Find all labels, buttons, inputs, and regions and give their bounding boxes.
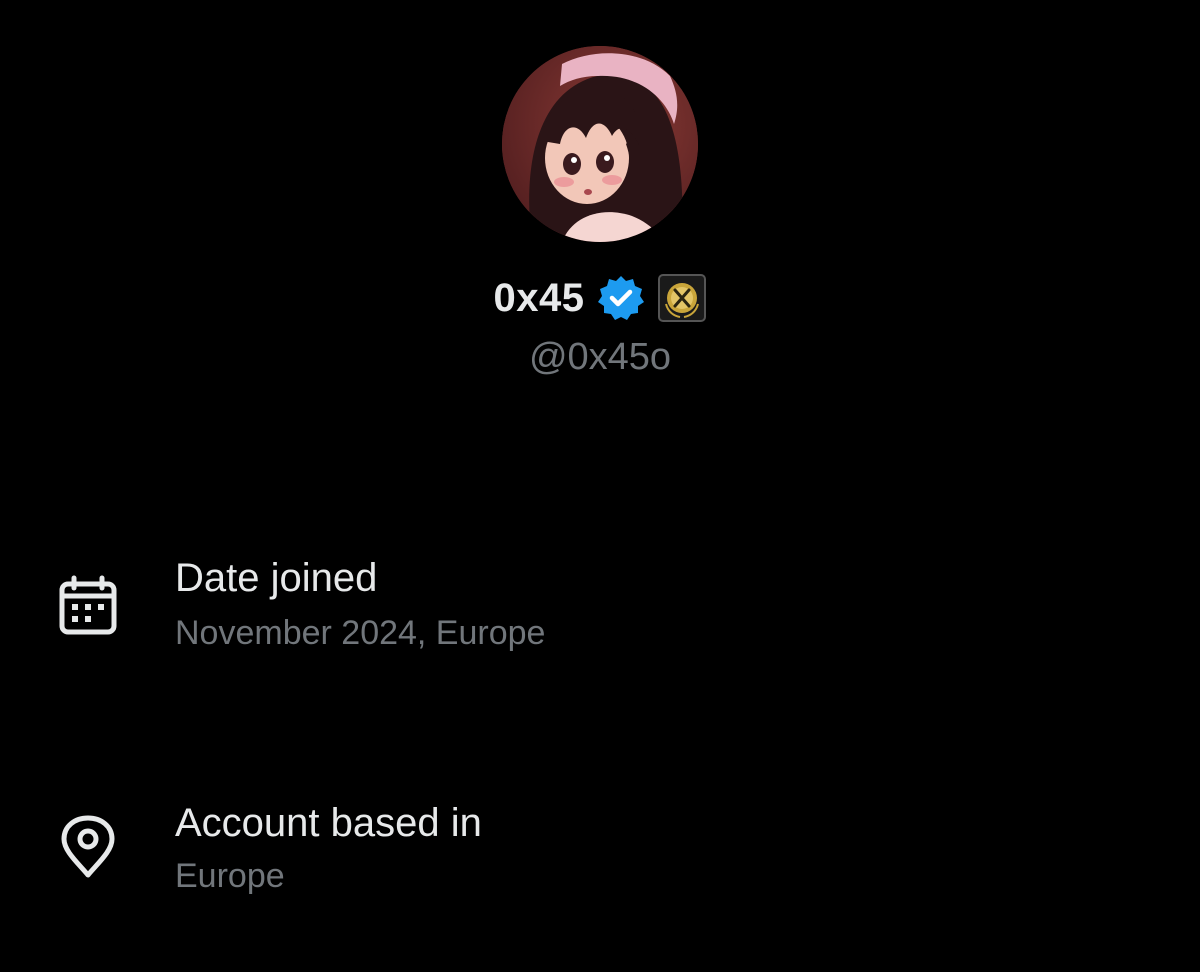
avatar[interactable] <box>502 46 698 242</box>
date-joined-value: November 2024, Europe <box>175 614 546 652</box>
date-joined-row: Date joined November 2024, Europe <box>0 550 1200 660</box>
verified-badge-icon[interactable] <box>596 273 646 323</box>
user-handle: @0x45o <box>528 336 672 378</box>
profile-header: 0x45 @0x45o <box>0 0 1200 400</box>
calendar-icon <box>56 574 120 638</box>
name-row: 0x45 <box>0 268 1200 328</box>
affiliate-badge-icon[interactable] <box>658 274 707 322</box>
account-based-in-row: Account based in Europe <box>0 795 1200 905</box>
account-based-in-value: Europe <box>175 857 285 895</box>
account-based-in-label: Account based in <box>175 801 482 845</box>
location-pin-icon <box>56 815 120 879</box>
display-name: 0x45 <box>493 275 585 320</box>
avatar-illustration <box>502 46 698 242</box>
date-joined-label: Date joined <box>175 556 378 600</box>
